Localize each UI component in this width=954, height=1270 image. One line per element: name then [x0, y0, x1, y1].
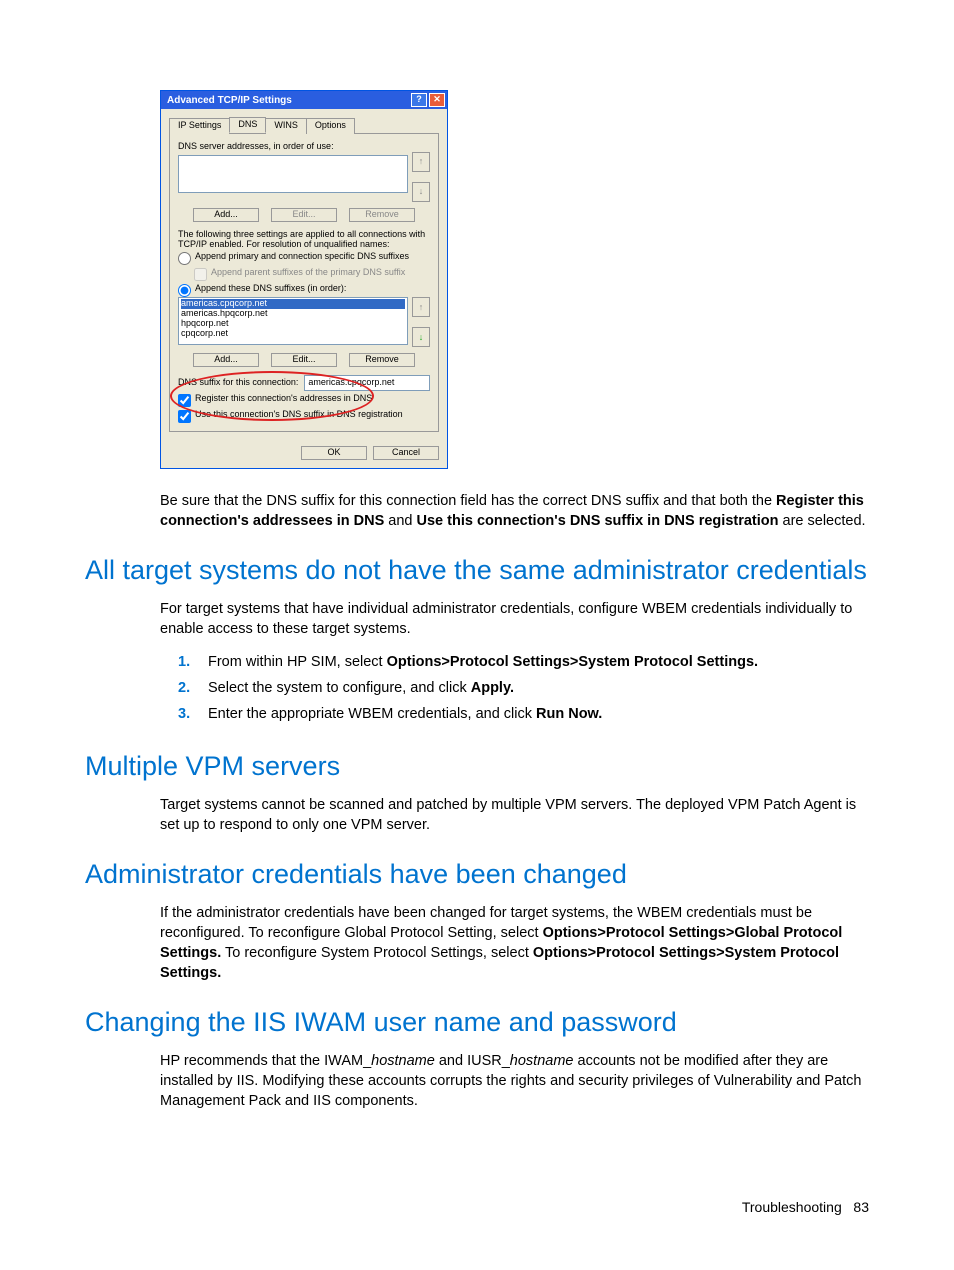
- dialog-title: Advanced TCP/IP Settings: [167, 95, 292, 106]
- dns-suffix-listbox[interactable]: americas.cpqcorp.net americas.hpqcorp.ne…: [178, 297, 408, 345]
- step-number: 3.: [178, 701, 190, 727]
- heading-vpm: Multiple VPM servers: [85, 751, 869, 783]
- check-append-parent: Append parent suffixes of the primary DN…: [194, 268, 430, 281]
- tab-options[interactable]: Options: [306, 118, 355, 134]
- checkbox-input[interactable]: [178, 410, 191, 423]
- text-bold: Apply.: [471, 680, 514, 696]
- radio-append-these[interactable]: Append these DNS suffixes (in order):: [178, 284, 430, 297]
- text: and IUSR_: [439, 1053, 510, 1069]
- step-number: 2.: [178, 675, 190, 701]
- text-bold: Options>Protocol Settings>System Protoco…: [387, 654, 758, 670]
- dialog-titlebar: Advanced TCP/IP Settings ? ✕: [161, 91, 447, 109]
- move-down-icon[interactable]: ↓: [412, 182, 430, 202]
- dns-server-listbox[interactable]: [178, 155, 408, 193]
- radio-input[interactable]: [178, 252, 191, 265]
- heading-credentials: All target systems do not have the same …: [85, 555, 869, 587]
- dns-servers-label: DNS server addresses, in order of use:: [178, 142, 430, 152]
- tab-panel-dns: DNS server addresses, in order of use: ↑…: [169, 134, 439, 432]
- move-up-icon[interactable]: ↑: [412, 152, 430, 172]
- text: From within HP SIM, select: [208, 654, 387, 670]
- list-item: 3. Enter the appropriate WBEM credential…: [188, 701, 869, 727]
- move-down-icon[interactable]: ↓: [412, 327, 430, 347]
- red-annotation-circle-icon: [170, 371, 374, 421]
- text: Enter the appropriate WBEM credentials, …: [208, 706, 536, 722]
- remove-button[interactable]: Remove: [349, 208, 415, 222]
- paragraph: HP recommends that the IWAM_hostname and…: [160, 1051, 869, 1111]
- edit-button[interactable]: Edit...: [271, 208, 337, 222]
- step-number: 1.: [178, 649, 190, 675]
- radio-label: Append these DNS suffixes (in order):: [195, 284, 346, 294]
- radio-input[interactable]: [178, 284, 191, 297]
- check-label: Append parent suffixes of the primary DN…: [211, 268, 405, 278]
- tab-dns[interactable]: DNS: [229, 117, 266, 133]
- text: To reconfigure System Protocol Settings,…: [225, 945, 533, 961]
- paragraph: Be sure that the DNS suffix for this con…: [160, 491, 869, 531]
- radio-label: Append primary and connection specific D…: [195, 252, 409, 262]
- text: HP recommends that the IWAM_: [160, 1053, 371, 1069]
- tab-wins[interactable]: WINS: [265, 118, 307, 134]
- paragraph: If the administrator credentials have be…: [160, 903, 869, 983]
- ok-button[interactable]: OK: [301, 446, 367, 460]
- footer-label: Troubleshooting: [742, 1199, 842, 1215]
- add-button[interactable]: Add...: [193, 208, 259, 222]
- list-item: 2. Select the system to configure, and c…: [188, 675, 869, 701]
- footer: Troubleshooting 83: [742, 1199, 869, 1215]
- list-item: 1. From within HP SIM, select Options>Pr…: [188, 649, 869, 675]
- heading-admin-changed: Administrator credentials have been chan…: [85, 859, 869, 891]
- tabs: IP Settings DNS WINS Options: [169, 117, 439, 134]
- move-up-icon[interactable]: ↑: [412, 297, 430, 317]
- heading-iis: Changing the IIS IWAM user name and pass…: [85, 1007, 869, 1039]
- three-settings-text: The following three settings are applied…: [178, 230, 430, 250]
- checkbox-input: [194, 268, 207, 281]
- remove-button[interactable]: Remove: [349, 353, 415, 367]
- text: Be sure that the DNS suffix for this con…: [160, 493, 776, 509]
- paragraph: Target systems cannot be scanned and pat…: [160, 795, 869, 835]
- help-icon[interactable]: ?: [411, 93, 427, 107]
- cancel-button[interactable]: Cancel: [373, 446, 439, 460]
- paragraph: For target systems that have individual …: [160, 599, 869, 639]
- list-item[interactable]: cpqcorp.net: [181, 329, 405, 339]
- tab-ip-settings[interactable]: IP Settings: [169, 118, 230, 134]
- add-button[interactable]: Add...: [193, 353, 259, 367]
- text-italic: hostname: [371, 1053, 435, 1069]
- text-italic: hostname: [510, 1053, 574, 1069]
- radio-append-primary[interactable]: Append primary and connection specific D…: [178, 252, 430, 265]
- advanced-tcpip-dialog: Advanced TCP/IP Settings ? ✕ IP Settings…: [160, 90, 448, 469]
- close-icon[interactable]: ✕: [429, 93, 445, 107]
- text-bold: Use this connection's DNS suffix in DNS …: [417, 513, 779, 529]
- steps-list: 1. From within HP SIM, select Options>Pr…: [160, 649, 869, 727]
- page-number: 83: [853, 1199, 869, 1215]
- text-bold: Run Now.: [536, 706, 602, 722]
- edit-button[interactable]: Edit...: [271, 353, 337, 367]
- text: Select the system to configure, and clic…: [208, 680, 471, 696]
- text: are selected.: [783, 513, 866, 529]
- text: and: [388, 513, 416, 529]
